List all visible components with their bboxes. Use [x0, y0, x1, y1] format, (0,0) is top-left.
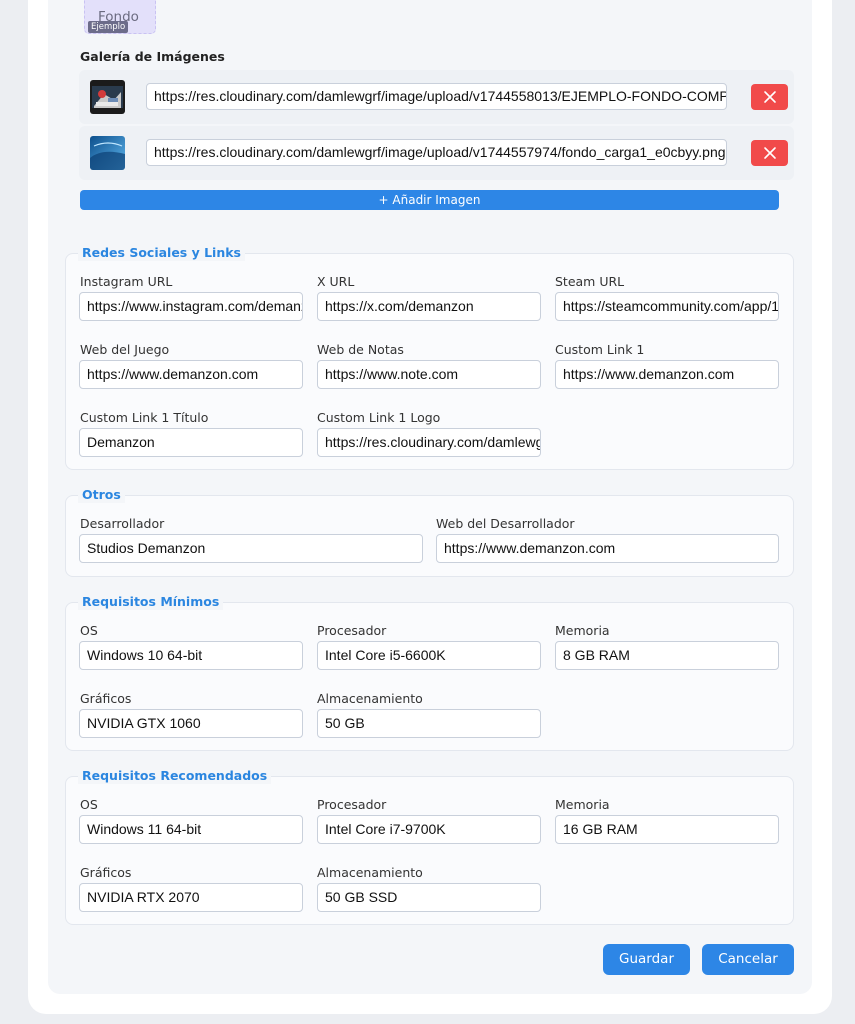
- min-graphics-label: Gráficos: [80, 691, 132, 706]
- gallery-url-input[interactable]: https://res.cloudinary.com/damlewgrf/ima…: [146, 83, 727, 110]
- section-legend: Requisitos Recomendados: [78, 768, 272, 784]
- gallery-item: https://res.cloudinary.com/damlewgrf/ima…: [79, 126, 794, 180]
- custom-link-1-logo-input[interactable]: https://res.cloudinary.com/damlewg: [317, 428, 541, 457]
- rec-memory-input[interactable]: 16 GB RAM: [555, 815, 779, 844]
- steam-url-input[interactable]: https://steamcommunity.com/app/1: [555, 292, 779, 321]
- close-icon: [763, 147, 776, 159]
- min-storage-input[interactable]: 50 GB: [317, 709, 541, 738]
- developer-web-input[interactable]: https://www.demanzon.com: [436, 534, 779, 563]
- min-storage-label: Almacenamiento: [317, 691, 423, 706]
- x-url-input[interactable]: https://x.com/demanzon: [317, 292, 541, 321]
- steam-url-label: Steam URL: [555, 274, 625, 289]
- gallery-title: Galería de Imágenes: [80, 49, 225, 64]
- min-os-input[interactable]: Windows 10 64-bit: [79, 641, 303, 670]
- min-cpu-label: Procesador: [317, 623, 387, 638]
- section-legend: Otros: [78, 487, 125, 503]
- developer-web-label: Web del Desarrollador: [436, 516, 575, 531]
- developer-label: Desarrollador: [80, 516, 165, 531]
- instagram-input[interactable]: https://www.instagram.com/demanz: [79, 292, 303, 321]
- min-memory-input[interactable]: 8 GB RAM: [555, 641, 779, 670]
- cancel-button[interactable]: Cancelar: [702, 944, 794, 975]
- add-image-button[interactable]: + Añadir Imagen: [80, 190, 779, 210]
- rec-storage-input[interactable]: 50 GB SSD: [317, 883, 541, 912]
- min-cpu-input[interactable]: Intel Core i5-6600K: [317, 641, 541, 670]
- rec-graphics-label: Gráficos: [80, 865, 132, 880]
- section-legend: Redes Sociales y Links: [78, 245, 245, 261]
- gallery-url-input[interactable]: https://res.cloudinary.com/damlewgrf/ima…: [146, 139, 727, 166]
- custom-link-1-label: Custom Link 1: [555, 342, 645, 357]
- close-icon: [763, 91, 776, 103]
- custom-link-1-input[interactable]: https://www.demanzon.com: [555, 360, 779, 389]
- custom-link-1-title-label: Custom Link 1 Título: [80, 410, 209, 425]
- custom-link-1-title-input[interactable]: Demanzon: [79, 428, 303, 457]
- developer-input[interactable]: Studios Demanzon: [79, 534, 423, 563]
- gallery-item: https://res.cloudinary.com/damlewgrf/ima…: [79, 70, 794, 124]
- notes-web-label: Web de Notas: [317, 342, 404, 357]
- custom-link-1-logo-label: Custom Link 1 Logo: [317, 410, 441, 425]
- rec-graphics-input[interactable]: NVIDIA RTX 2070: [79, 883, 303, 912]
- gallery-thumbnail: [90, 80, 125, 114]
- notes-web-input[interactable]: https://www.note.com: [317, 360, 541, 389]
- delete-image-button[interactable]: [751, 140, 788, 166]
- rec-cpu-label: Procesador: [317, 797, 387, 812]
- instagram-label: Instagram URL: [80, 274, 173, 289]
- rec-os-label: OS: [80, 797, 98, 812]
- delete-image-button[interactable]: [751, 84, 788, 110]
- rec-cpu-input[interactable]: Intel Core i7-9700K: [317, 815, 541, 844]
- rec-storage-label: Almacenamiento: [317, 865, 423, 880]
- min-os-label: OS: [80, 623, 98, 638]
- save-button[interactable]: Guardar: [603, 944, 690, 975]
- min-graphics-input[interactable]: NVIDIA GTX 1060: [79, 709, 303, 738]
- min-memory-label: Memoria: [555, 623, 610, 638]
- example-badge: Ejemplo: [88, 21, 129, 33]
- gallery-thumbnail: [90, 136, 125, 170]
- game-web-input[interactable]: https://www.demanzon.com: [79, 360, 303, 389]
- rec-os-input[interactable]: Windows 11 64-bit: [79, 815, 303, 844]
- rec-memory-label: Memoria: [555, 797, 610, 812]
- section-legend: Requisitos Mínimos: [78, 594, 224, 610]
- x-url-label: X URL: [317, 274, 355, 289]
- game-web-label: Web del Juego: [80, 342, 170, 357]
